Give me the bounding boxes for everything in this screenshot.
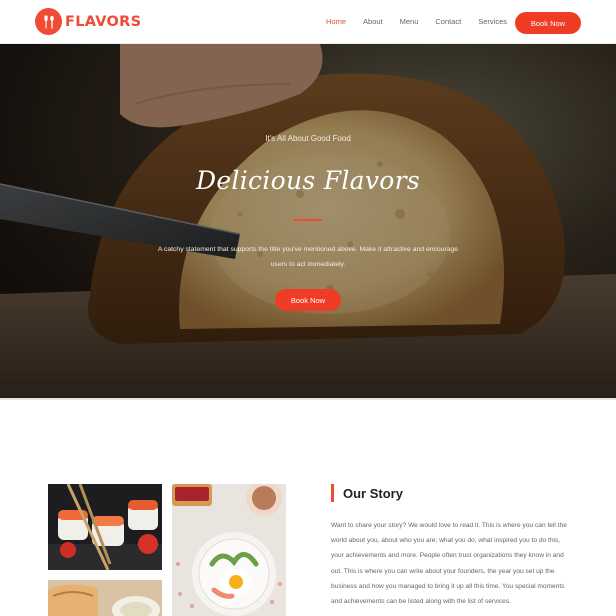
sushi-photo bbox=[48, 484, 162, 570]
nav-item-contact[interactable]: Contact bbox=[435, 17, 461, 26]
hero-content: It's All About Good Food Delicious Flavo… bbox=[0, 44, 616, 398]
nav-item-about[interactable]: About bbox=[363, 17, 383, 26]
logo[interactable]: FLAVORS bbox=[35, 8, 141, 35]
fork-spoon-icon bbox=[35, 8, 62, 35]
hero-section: It's All About Good Food Delicious Flavo… bbox=[0, 44, 616, 398]
hero-title: Delicious Flavors bbox=[195, 166, 421, 195]
nav-item-home[interactable]: Home bbox=[326, 17, 346, 26]
logo-text: FLAVORS bbox=[65, 13, 142, 30]
book-now-button-header[interactable]: Book Now bbox=[515, 12, 581, 34]
story-text: Want to share your story? We would love … bbox=[331, 522, 567, 606]
story-heading: Our Story bbox=[343, 486, 403, 501]
hero-description: A catchy statement that supports the tit… bbox=[157, 246, 459, 268]
nav-item-services[interactable]: Services bbox=[478, 17, 507, 26]
section-divider bbox=[0, 398, 616, 400]
main-nav: Home About Menu Contact Services bbox=[326, 17, 524, 26]
bread-bowl-photo bbox=[48, 580, 162, 616]
breakfast-photo bbox=[172, 484, 286, 616]
nav-item-menu[interactable]: Menu bbox=[400, 17, 419, 26]
book-now-button-hero[interactable]: Book Now bbox=[275, 289, 341, 311]
site-header: FLAVORS Home About Menu Contact Services… bbox=[0, 0, 616, 44]
hero-kicker: It's All About Good Food bbox=[265, 134, 351, 143]
hero-divider bbox=[294, 219, 322, 221]
story-heading-accent bbox=[331, 484, 334, 502]
